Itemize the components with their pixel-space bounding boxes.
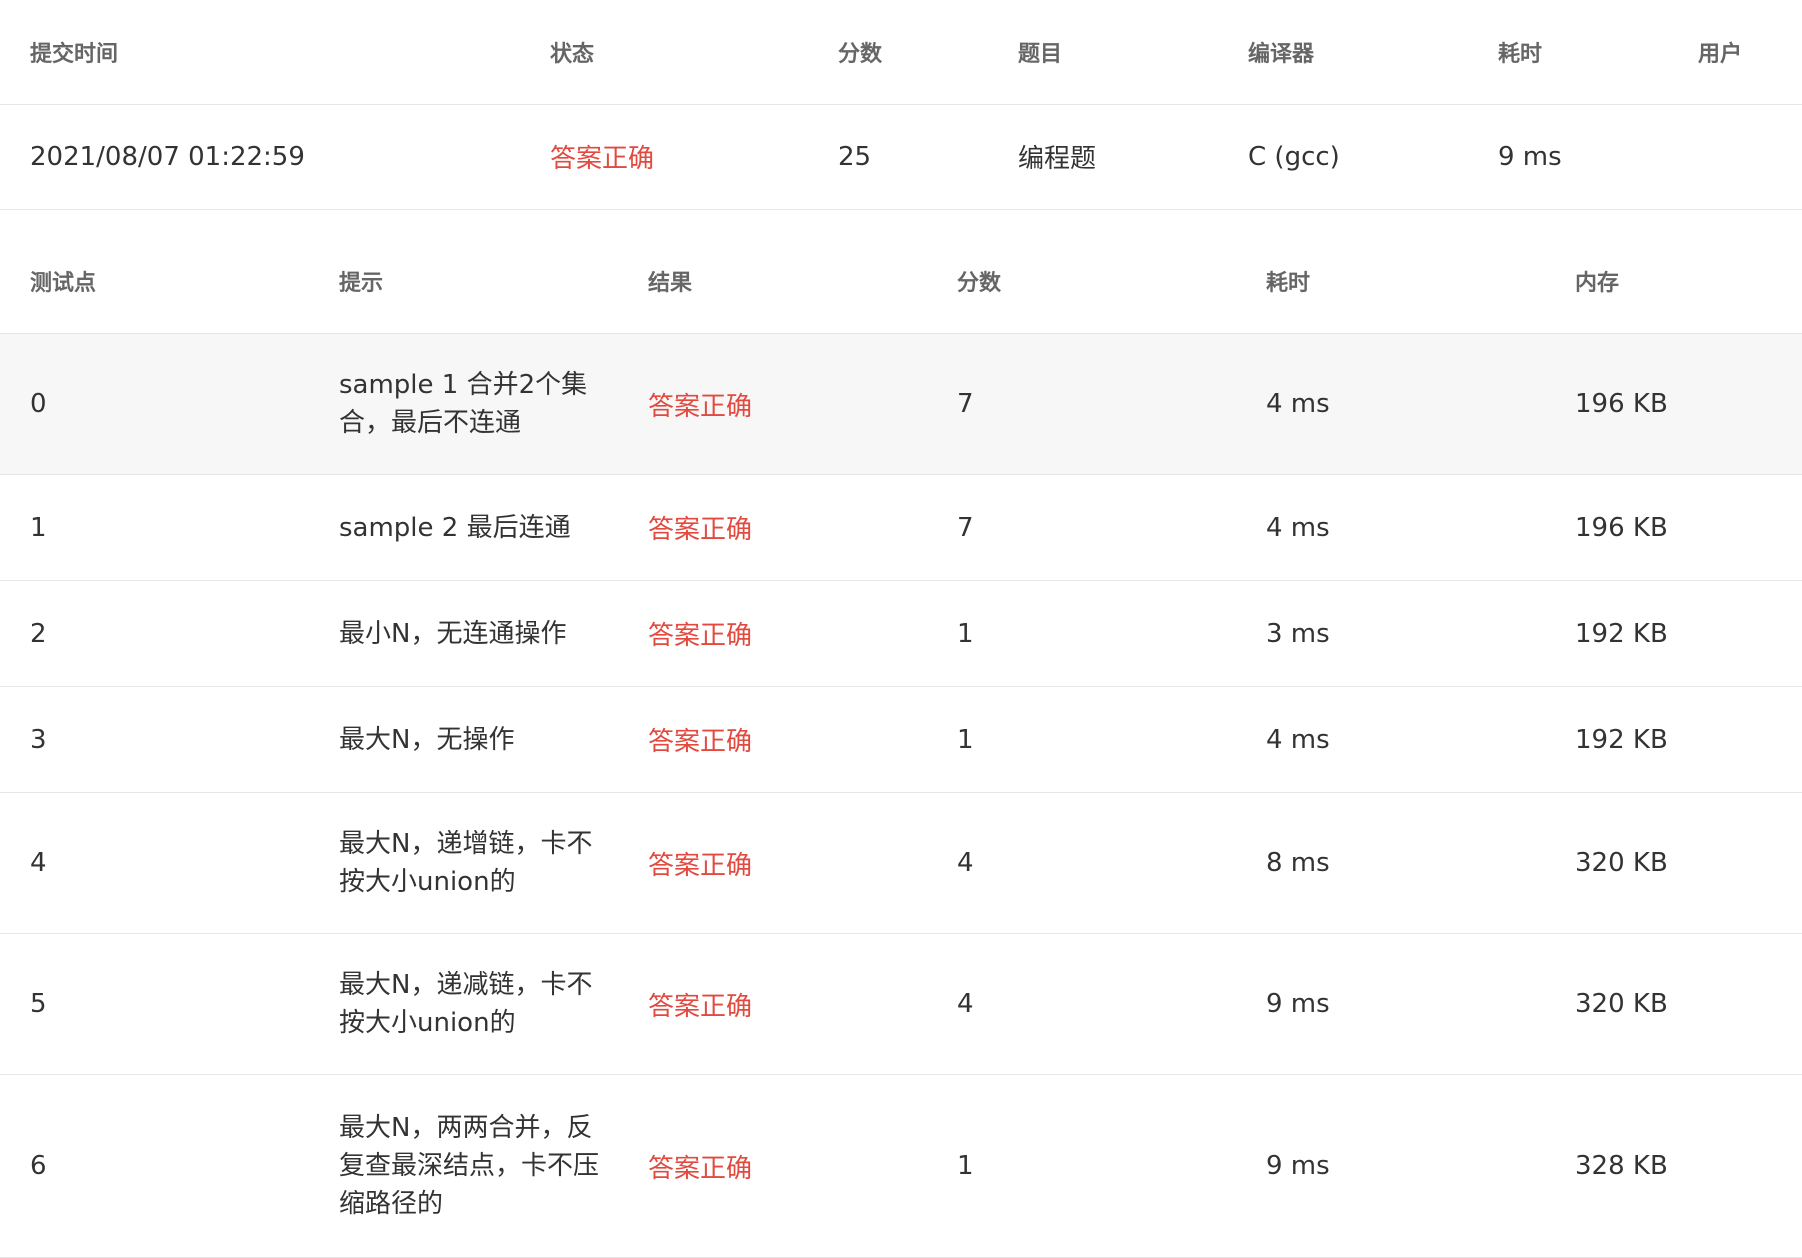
case-id: 6 bbox=[0, 1075, 309, 1258]
case-result: 答案正确 bbox=[618, 475, 927, 581]
table-row: 4 最大N，递增链，卡不按大小union的 答案正确 4 8 ms 320 KB bbox=[0, 793, 1802, 934]
table-row: 2 最小N，无连通操作 答案正确 1 3 ms 192 KB bbox=[0, 581, 1802, 687]
case-memory: 192 KB bbox=[1545, 581, 1802, 687]
case-memory: 320 KB bbox=[1545, 793, 1802, 934]
case-id: 3 bbox=[0, 687, 309, 793]
submission-score: 25 bbox=[808, 104, 988, 209]
case-score: 4 bbox=[927, 793, 1236, 934]
case-hint: 最小N，无连通操作 bbox=[309, 581, 618, 687]
case-result: 答案正确 bbox=[618, 793, 927, 934]
case-memory: 196 KB bbox=[1545, 334, 1802, 475]
problem-link[interactable]: 编程题 bbox=[988, 104, 1218, 209]
case-time: 4 ms bbox=[1236, 334, 1545, 475]
table-row: 0 sample 1 合并2个集合，最后不连通 答案正确 7 4 ms 196 … bbox=[0, 334, 1802, 475]
col-memory: 内存 bbox=[1545, 210, 1802, 334]
case-score: 7 bbox=[927, 475, 1236, 581]
status-accepted: 答案正确 bbox=[520, 104, 808, 209]
submission-header-row: 提交时间 状态 分数 题目 编译器 耗时 用户 bbox=[0, 0, 1802, 104]
case-hint: 最大N，递减链，卡不按大小union的 bbox=[309, 934, 618, 1075]
col-result: 结果 bbox=[618, 210, 927, 334]
case-result: 答案正确 bbox=[618, 334, 927, 475]
table-row: 1 sample 2 最后连通 答案正确 7 4 ms 196 KB bbox=[0, 475, 1802, 581]
case-score: 1 bbox=[927, 687, 1236, 793]
case-score: 7 bbox=[927, 334, 1236, 475]
col-submit-time: 提交时间 bbox=[0, 0, 520, 104]
case-hint: 最大N，无操作 bbox=[309, 687, 618, 793]
col-test-point: 测试点 bbox=[0, 210, 309, 334]
case-hint: sample 1 合并2个集合，最后不连通 bbox=[309, 334, 618, 475]
case-hint: 最大N，递增链，卡不按大小union的 bbox=[309, 793, 618, 934]
case-id: 4 bbox=[0, 793, 309, 934]
case-id: 5 bbox=[0, 934, 309, 1075]
cases-header-row: 测试点 提示 结果 分数 耗时 内存 bbox=[0, 210, 1802, 334]
case-id: 1 bbox=[0, 475, 309, 581]
case-result: 答案正确 bbox=[618, 934, 927, 1075]
col-duration: 耗时 bbox=[1468, 0, 1668, 104]
case-result: 答案正确 bbox=[618, 1075, 927, 1258]
submission-duration: 9 ms bbox=[1468, 104, 1668, 209]
submission-row: 2021/08/07 01:22:59 答案正确 25 编程题 C (gcc) … bbox=[0, 104, 1802, 209]
case-memory: 196 KB bbox=[1545, 475, 1802, 581]
col-case-time: 耗时 bbox=[1236, 210, 1545, 334]
case-id: 0 bbox=[0, 334, 309, 475]
case-memory: 320 KB bbox=[1545, 934, 1802, 1075]
case-time: 3 ms bbox=[1236, 581, 1545, 687]
case-score: 1 bbox=[927, 581, 1236, 687]
col-hint: 提示 bbox=[309, 210, 618, 334]
case-time: 4 ms bbox=[1236, 475, 1545, 581]
case-memory: 192 KB bbox=[1545, 687, 1802, 793]
col-compiler: 编译器 bbox=[1218, 0, 1468, 104]
case-time: 9 ms bbox=[1236, 1075, 1545, 1258]
col-user: 用户 bbox=[1668, 0, 1802, 104]
case-score: 4 bbox=[927, 934, 1236, 1075]
case-time: 4 ms bbox=[1236, 687, 1545, 793]
table-row: 5 最大N，递减链，卡不按大小union的 答案正确 4 9 ms 320 KB bbox=[0, 934, 1802, 1075]
case-time: 9 ms bbox=[1236, 934, 1545, 1075]
table-row: 6 最大N，两两合并，反复查最深结点，卡不压缩路径的 答案正确 1 9 ms 3… bbox=[0, 1075, 1802, 1258]
submission-table: 提交时间 状态 分数 题目 编译器 耗时 用户 2021/08/07 01:22… bbox=[0, 0, 1802, 210]
test-cases-table: 测试点 提示 结果 分数 耗时 内存 0 sample 1 合并2个集合，最后不… bbox=[0, 210, 1802, 1258]
compiler: C (gcc) bbox=[1218, 104, 1468, 209]
col-problem: 题目 bbox=[988, 0, 1218, 104]
case-id: 2 bbox=[0, 581, 309, 687]
submit-time: 2021/08/07 01:22:59 bbox=[0, 104, 520, 209]
table-row: 3 最大N，无操作 答案正确 1 4 ms 192 KB bbox=[0, 687, 1802, 793]
col-case-score: 分数 bbox=[927, 210, 1236, 334]
case-hint: 最大N，两两合并，反复查最深结点，卡不压缩路径的 bbox=[309, 1075, 618, 1258]
case-time: 8 ms bbox=[1236, 793, 1545, 934]
submission-user[interactable] bbox=[1668, 104, 1802, 209]
case-memory: 328 KB bbox=[1545, 1075, 1802, 1258]
case-result: 答案正确 bbox=[618, 687, 927, 793]
case-hint: sample 2 最后连通 bbox=[309, 475, 618, 581]
col-status: 状态 bbox=[520, 0, 808, 104]
case-score: 1 bbox=[927, 1075, 1236, 1258]
case-result: 答案正确 bbox=[618, 581, 927, 687]
col-score: 分数 bbox=[808, 0, 988, 104]
